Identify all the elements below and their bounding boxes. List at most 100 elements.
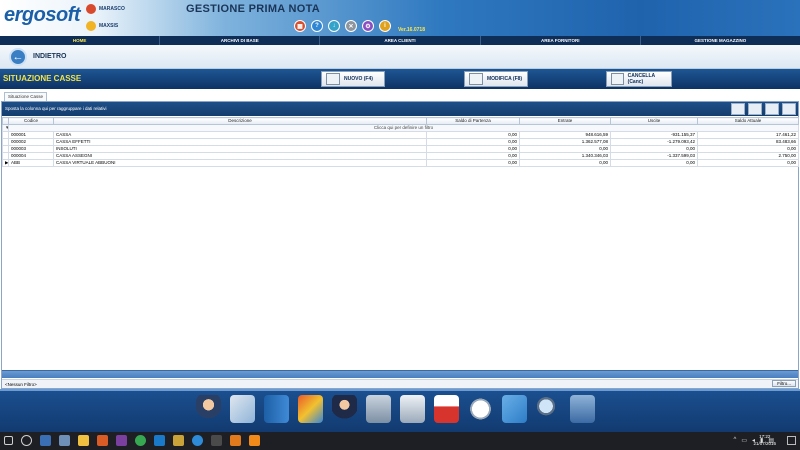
info-icon[interactable]: i <box>379 20 391 32</box>
column-header-saldo-partenza[interactable]: Saldo di Partenza <box>426 117 520 125</box>
cell-descrizione: INSOLUTI <box>53 145 427 153</box>
print-icon[interactable] <box>765 103 779 115</box>
user-marasco[interactable]: MARASCO <box>86 4 125 14</box>
app-icon[interactable] <box>211 435 222 446</box>
calculator-icon[interactable]: ▦ <box>294 20 306 32</box>
new-button[interactable]: NUOVO (F4) <box>321 71 385 87</box>
chrome-icon[interactable] <box>135 435 146 446</box>
cell-codice: 000004 <box>8 152 54 160</box>
user-name: MARASCO <box>99 6 125 12</box>
price-tag-icon[interactable] <box>502 395 527 423</box>
cell-entrate: 1.362.577,08 <box>519 138 611 146</box>
navigation-bar: ← INDIETRO <box>0 45 800 69</box>
cell-codice: ABB <box>8 159 54 167</box>
menu-item-area-clienti[interactable]: AREA CLIENTI <box>320 36 481 45</box>
cell-uscite: -1.337.599,03 <box>610 152 698 160</box>
clock[interactable]: 17:22 21/07/2016 <box>753 433 776 447</box>
customer-service-icon[interactable] <box>196 395 221 423</box>
cell-uscite: -1.279.093,42 <box>610 138 698 146</box>
save-disk-icon[interactable] <box>366 395 391 423</box>
export-excel-icon[interactable] <box>748 103 762 115</box>
edit-button[interactable]: MODIFICA (F8) <box>464 71 528 87</box>
back-button-label[interactable]: INDIETRO <box>33 53 66 60</box>
download-icon[interactable]: ↓ <box>328 20 340 32</box>
halloween-app-icon[interactable] <box>230 435 241 446</box>
firefox-icon[interactable] <box>97 435 108 446</box>
clock-date: 21/07/2016 <box>753 441 776 446</box>
column-header-entrate[interactable]: Entrate <box>519 117 611 125</box>
vlc-icon[interactable] <box>249 435 260 446</box>
file-explorer-icon[interactable] <box>78 435 89 446</box>
cell-saldo-partenza: 0,00 <box>426 131 520 139</box>
menu-item-home[interactable]: HOME <box>0 36 161 45</box>
table-row[interactable]: ▶ ABB CASSA VIRTUALE ABBUONI 0,00 0,00 0… <box>2 159 799 167</box>
filter-row[interactable]: ▼ Clicca qui per definire un filtro <box>2 124 799 132</box>
app-title: GESTIONE PRIMA NOTA <box>186 3 321 15</box>
binder-icon[interactable] <box>264 395 289 423</box>
user-app-icon[interactable] <box>59 435 70 446</box>
teamviewer-icon[interactable] <box>192 435 203 446</box>
menu-item-area-fornitori[interactable]: AREA FORNITORI <box>481 36 641 45</box>
tools-icon[interactable] <box>570 395 595 423</box>
notification-icon[interactable] <box>787 436 796 445</box>
tab-situazione-casse[interactable]: Situazione Casse <box>4 92 48 101</box>
media-app-icon[interactable] <box>116 435 127 446</box>
cell-saldo-partenza: 0,00 <box>426 138 520 146</box>
clock-icon[interactable] <box>468 395 493 423</box>
security-user-icon[interactable] <box>332 395 357 423</box>
current-row-indicator-icon: ▶ <box>2 159 9 167</box>
cell-entrate: 0,00 <box>519 145 611 153</box>
filter-hint[interactable]: Clicca qui per definire un filtro <box>8 124 799 132</box>
column-header-saldo-attuale[interactable]: Saldo Attuale <box>697 117 799 125</box>
help-icon[interactable]: ? <box>311 20 323 32</box>
close-icon[interactable]: ✕ <box>345 20 357 32</box>
task-view-icon[interactable] <box>40 435 51 446</box>
cell-codice: 000001 <box>8 131 54 139</box>
cell-saldo-attuale: 17.461,22 <box>697 131 799 139</box>
user-name: MAXSIS <box>99 23 119 29</box>
main-menu: HOME ARCHIVI DI BASE AREA CLIENTI AREA F… <box>0 36 800 45</box>
cash-table: Codice Descrizione Saldo di Partenza Ent… <box>2 117 799 167</box>
refresh-icon[interactable] <box>782 103 796 115</box>
section-title: SITUAZIONE CASSE <box>3 74 82 83</box>
printer-icon[interactable] <box>400 395 425 423</box>
horizontal-scrollbar[interactable] <box>2 370 798 378</box>
column-header-descrizione[interactable]: Descrizione <box>53 117 427 125</box>
search-icon[interactable] <box>21 435 32 446</box>
search-icon[interactable] <box>536 395 561 423</box>
delete-document-icon <box>611 73 624 85</box>
id-card-icon[interactable] <box>230 395 255 423</box>
edge-icon[interactable] <box>154 435 165 446</box>
cell-descrizione: CASSA <box>53 131 427 139</box>
table-row[interactable]: 000002 CASSA EFFETTI 0,00 1.362.577,08 -… <box>2 138 799 146</box>
table-header: Codice Descrizione Saldo di Partenza Ent… <box>2 117 799 125</box>
chevron-up-icon[interactable]: ^ <box>734 437 737 444</box>
boxes-icon[interactable] <box>298 395 323 423</box>
cell-entrate: 1.340.346,03 <box>519 152 611 160</box>
table-row[interactable]: 000001 CASSA 0,00 948.616,59 -931.155,37… <box>2 131 799 139</box>
network-icon[interactable]: ▭ <box>741 437 747 444</box>
user-maxsis[interactable]: MAXSIS <box>86 21 118 31</box>
settings-icon[interactable]: ⚙ <box>362 20 374 32</box>
back-arrow-icon[interactable]: ← <box>9 48 27 66</box>
filter-button[interactable]: Filtro... <box>772 380 796 387</box>
menu-item-archivi-di-base[interactable]: ARCHIVI DI BASE <box>160 36 321 45</box>
windows-start-icon[interactable] <box>4 436 13 445</box>
grid-toolbar <box>731 103 796 115</box>
clock-time: 17:22 <box>759 434 771 439</box>
calendar-icon[interactable] <box>434 395 459 423</box>
cell-saldo-attuale: 83.483,66 <box>697 138 799 146</box>
column-header-codice[interactable]: Codice <box>8 117 54 125</box>
filter-icon: ▼ <box>2 124 9 132</box>
menu-item-gestione-magazzino[interactable]: GESTIONE MAGAZZINO <box>641 36 800 45</box>
windows-taskbar: ^ ▭ ◂ ▮ ▤ 17:22 21/07/2016 <box>0 432 800 450</box>
delete-button[interactable]: CANCELLA (Canc) <box>606 71 672 87</box>
column-header-uscite[interactable]: Uscite <box>610 117 698 125</box>
table-row[interactable]: 000003 INSOLUTI 0,00 0,00 0,00 0,00 <box>2 145 799 153</box>
export-pdf-icon[interactable] <box>731 103 745 115</box>
new-document-icon <box>326 73 340 85</box>
ergosoft-app-icon[interactable] <box>173 435 184 446</box>
group-by-area[interactable]: Sposta la colonna qui per raggruppare i … <box>2 102 798 116</box>
table-row[interactable]: 000004 CASSA ASSEGNI 0,00 1.340.346,03 -… <box>2 152 799 160</box>
module-dock <box>0 389 800 432</box>
